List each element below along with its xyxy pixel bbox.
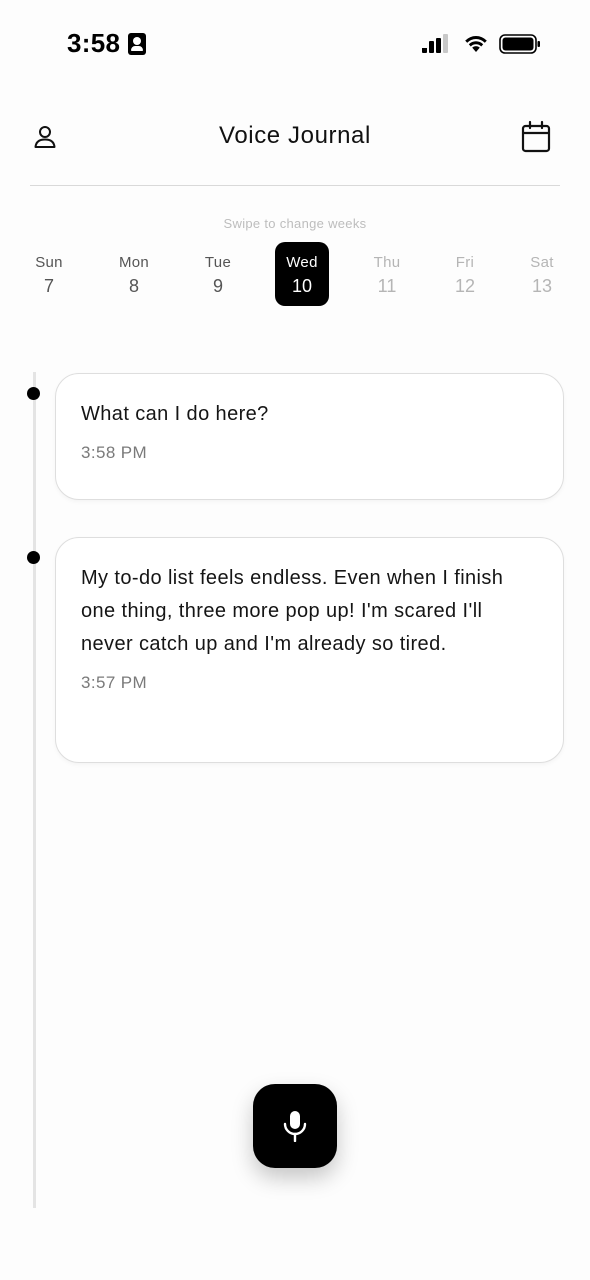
- day-number: 11: [377, 276, 397, 296]
- day-name: Sat: [530, 254, 554, 271]
- day-name: Fri: [455, 254, 475, 271]
- timeline-line: [33, 372, 36, 1208]
- day-name: Mon: [118, 254, 150, 271]
- entry-time: 3:58 PM: [81, 443, 148, 462]
- day-name: Thu: [373, 254, 401, 271]
- record-voice-button[interactable]: [253, 1084, 337, 1168]
- day-number: 10: [291, 276, 313, 296]
- day-number: 12: [454, 276, 476, 296]
- day-fri[interactable]: Fri 12: [438, 242, 492, 306]
- day-name: Sun: [35, 254, 63, 271]
- cellular-signal-icon: [422, 34, 448, 53]
- header-divider: [30, 185, 560, 186]
- day-number: 9: [212, 276, 223, 296]
- entry-text: What can I do here?: [81, 403, 269, 425]
- calendar-icon[interactable]: [519, 120, 553, 154]
- journal-entry-card[interactable]: What can I do here? 3:58 PM: [55, 373, 564, 500]
- swipe-hint: Swipe to change weeks: [223, 216, 367, 231]
- timeline-dot: [27, 387, 40, 400]
- day-mon[interactable]: Mon 8: [107, 242, 161, 306]
- page-title: Voice Journal: [219, 122, 371, 149]
- day-sun[interactable]: Sun 7: [22, 242, 76, 306]
- microphone-icon: [283, 1111, 307, 1142]
- day-thu[interactable]: Thu 11: [360, 242, 414, 306]
- week-picker[interactable]: Sun 7 Mon 8 Tue 9 Wed 10 Thu 11 Fri 12 S…: [0, 242, 590, 308]
- day-number: 7: [43, 276, 54, 296]
- wifi-icon: [465, 36, 487, 52]
- person-badge-icon: [128, 33, 146, 55]
- day-name: Wed: [286, 254, 318, 271]
- day-sat[interactable]: Sat 13: [515, 242, 569, 306]
- entry-time: 3:57 PM: [81, 673, 148, 692]
- battery-icon: [499, 34, 540, 54]
- journal-entry-card[interactable]: My to-do list feels endless. Even when I…: [55, 537, 564, 763]
- timeline-dot: [27, 551, 40, 564]
- app-header: Voice Journal: [0, 110, 590, 166]
- status-time: 3:58: [67, 28, 121, 58]
- day-name: Tue: [204, 254, 232, 271]
- day-number: 8: [128, 276, 139, 296]
- day-number: 13: [531, 276, 553, 296]
- day-tue[interactable]: Tue 9: [191, 242, 245, 306]
- entry-text: My to-do list feels endless. Even when I…: [81, 567, 504, 655]
- day-wed-selected[interactable]: Wed 10: [275, 242, 329, 306]
- status-bar: 3:58: [0, 0, 590, 88]
